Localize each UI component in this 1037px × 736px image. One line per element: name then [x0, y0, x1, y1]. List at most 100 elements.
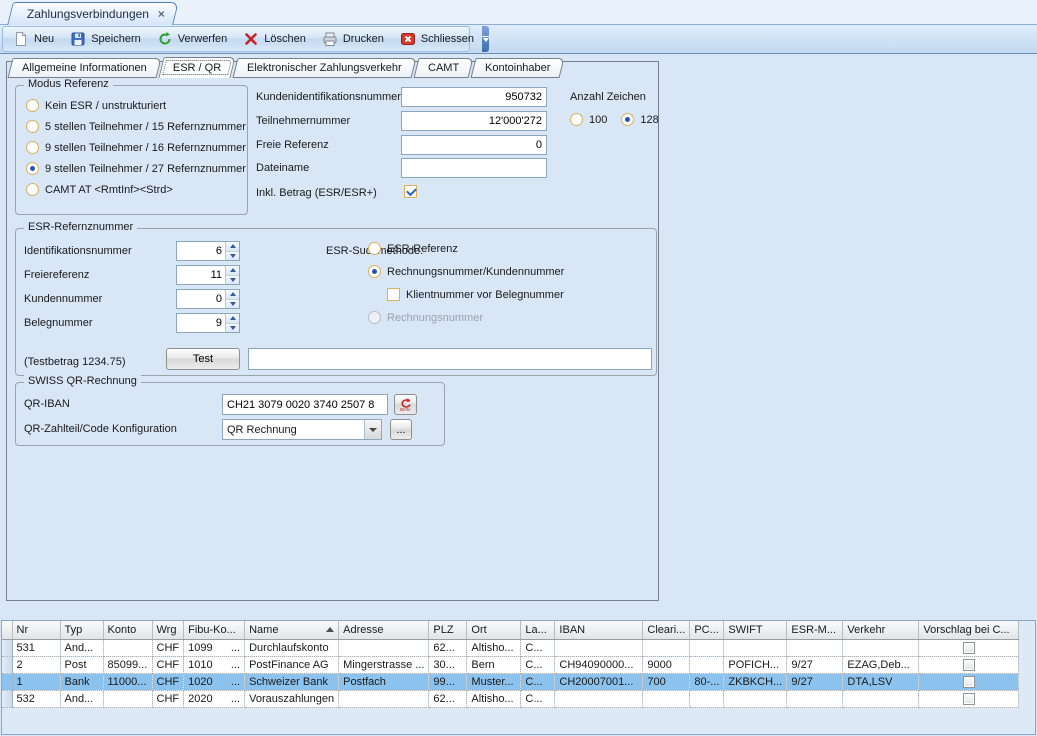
grid-cell[interactable]	[643, 690, 690, 707]
tab-allgemeine-informationen[interactable]: Allgemeine Informationen	[8, 58, 162, 78]
table-row[interactable]: 532And...CHF2020 ...Vorauszahlungen62...…	[2, 690, 1019, 707]
grid-cell[interactable]	[724, 690, 787, 707]
column-header-name[interactable]: Name	[245, 621, 339, 639]
radio-icon[interactable]	[570, 113, 583, 126]
grid-cell[interactable]: Mingerstrasse ...	[339, 656, 429, 673]
radio-icon[interactable]	[621, 113, 634, 126]
stepper-down-button[interactable]	[226, 323, 239, 333]
stepper-down-button[interactable]	[226, 299, 239, 309]
radio-icon[interactable]	[26, 141, 39, 154]
grid-cell[interactable]: PostFinance AG	[245, 656, 339, 673]
stepper-input[interactable]	[177, 290, 225, 308]
column-header-ort[interactable]: Ort	[467, 621, 521, 639]
grid-cell[interactable]	[555, 639, 643, 656]
grid-cell[interactable]	[724, 639, 787, 656]
grid-cell[interactable]	[787, 639, 843, 656]
radio-icon[interactable]	[26, 99, 39, 112]
dateiname-input[interactable]	[401, 158, 547, 178]
grid-cell[interactable]: CH94090000...	[555, 656, 643, 673]
grid-cell[interactable]: 1010 ...	[184, 656, 245, 673]
column-header-wrg[interactable]: Wrg	[152, 621, 184, 639]
grid-cell[interactable]	[339, 690, 429, 707]
grid-cell[interactable]	[787, 690, 843, 707]
modus-option[interactable]: 9 stellen Teilnehmer / 27 Refernznummer	[26, 162, 246, 175]
grid-cell[interactable]	[103, 690, 152, 707]
vorschlag-checkbox[interactable]	[963, 693, 975, 705]
qr-iban-input[interactable]	[222, 394, 388, 415]
grid-cell[interactable]	[843, 639, 919, 656]
column-header-vorschlag-bei-c-[interactable]: Vorschlag bei C...	[919, 621, 1019, 639]
grid-cell[interactable]: EZAG,Deb...	[843, 656, 919, 673]
grid-cell[interactable]: 700	[643, 673, 690, 690]
qr-config-more-button[interactable]: ...	[390, 419, 412, 440]
grid-cell[interactable]: CHF	[152, 656, 184, 673]
stepper-up-button[interactable]	[226, 290, 239, 299]
column-header-pc-[interactable]: PC...	[690, 621, 724, 639]
radio-icon[interactable]	[26, 162, 39, 175]
table-row[interactable]: 2Post85099...CHF1010 ...PostFinance AGMi…	[2, 656, 1019, 673]
row-header[interactable]	[2, 639, 12, 656]
grid-cell[interactable]	[843, 690, 919, 707]
radio-icon[interactable]	[368, 242, 381, 255]
grid-cell[interactable]: Altisho...	[467, 639, 521, 656]
grid-cell[interactable]: C...	[521, 690, 555, 707]
klientnummer-checkbox-row[interactable]: Klientnummer vor Belegnummer	[387, 288, 564, 301]
l-schen-button[interactable]: Löschen	[235, 28, 314, 50]
anzahl-zeichen-option[interactable]: 100	[570, 113, 607, 126]
grid-cell[interactable]: 531	[12, 639, 60, 656]
grid-cell[interactable]: Bank	[60, 673, 103, 690]
vorschlag-checkbox[interactable]	[963, 642, 975, 654]
grid-cell[interactable]: Durchlaufskonto	[245, 639, 339, 656]
grid-cell[interactable]: CHF	[152, 690, 184, 707]
test-button[interactable]: Test	[166, 348, 240, 370]
grid-cell[interactable]: 2020 ...	[184, 690, 245, 707]
grid-cell[interactable]: 85099...	[103, 656, 152, 673]
grid-cell[interactable]	[690, 639, 724, 656]
neu-button[interactable]: Neu	[5, 28, 62, 50]
column-header-konto[interactable]: Konto	[103, 621, 152, 639]
vorschlag-checkbox[interactable]	[963, 676, 975, 688]
freie-referenz-input[interactable]	[401, 135, 547, 155]
grid-cell[interactable]: 1099 ...	[184, 639, 245, 656]
suchmethode-option[interactable]: Rechnungsnummer	[368, 311, 564, 324]
belegnummer-stepper[interactable]	[176, 313, 240, 333]
grid-cell[interactable]: 2	[12, 656, 60, 673]
column-header-verkehr[interactable]: Verkehr	[843, 621, 919, 639]
document-tab[interactable]: Zahlungsverbindungen ×	[7, 2, 179, 25]
row-header[interactable]	[2, 690, 12, 707]
column-header-la-[interactable]: La...	[521, 621, 555, 639]
vorschlag-checkbox[interactable]	[963, 659, 975, 671]
column-header-nr[interactable]: Nr	[12, 621, 60, 639]
klientnummer-checkbox[interactable]	[387, 288, 400, 301]
grid-cell[interactable]: Post	[60, 656, 103, 673]
grid-cell[interactable]	[555, 690, 643, 707]
toolbar-overflow-button[interactable]	[482, 26, 489, 52]
stepper-input[interactable]	[177, 266, 225, 284]
grid-cell[interactable]: C...	[521, 673, 555, 690]
qr-zahlteil-config-combo[interactable]: QR Rechnung	[222, 419, 382, 440]
grid-cell[interactable]: And...	[60, 639, 103, 656]
combo-dropdown-button[interactable]	[364, 420, 381, 439]
column-header-plz[interactable]: PLZ	[429, 621, 467, 639]
modus-option[interactable]: CAMT AT <RmtInf><Strd>	[26, 183, 246, 196]
drucken-button[interactable]: Drucken	[314, 28, 392, 50]
grid-cell[interactable]: Bern	[467, 656, 521, 673]
anzahl-zeichen-option[interactable]: 128	[621, 113, 658, 126]
freiereferenz-stepper[interactable]	[176, 265, 240, 285]
grid-cell[interactable]: 62...	[429, 690, 467, 707]
grid-cell[interactable]	[339, 639, 429, 656]
grid-cell[interactable]: C...	[521, 656, 555, 673]
row-header[interactable]	[2, 673, 12, 690]
grid-cell[interactable]: 9000	[643, 656, 690, 673]
column-header-esr-m-[interactable]: ESR-M...	[787, 621, 843, 639]
stepper-up-button[interactable]	[226, 314, 239, 323]
column-header-typ[interactable]: Typ	[60, 621, 103, 639]
row-header[interactable]	[2, 656, 12, 673]
grid-cell[interactable]: Postfach	[339, 673, 429, 690]
schliessen-button[interactable]: Schliessen	[392, 28, 482, 50]
verwerfen-button[interactable]: Verwerfen	[149, 28, 236, 50]
stepper-up-button[interactable]	[226, 242, 239, 251]
grid-cell[interactable]: 30...	[429, 656, 467, 673]
grid-cell[interactable]: And...	[60, 690, 103, 707]
grid-cell[interactable]: Muster...	[467, 673, 521, 690]
